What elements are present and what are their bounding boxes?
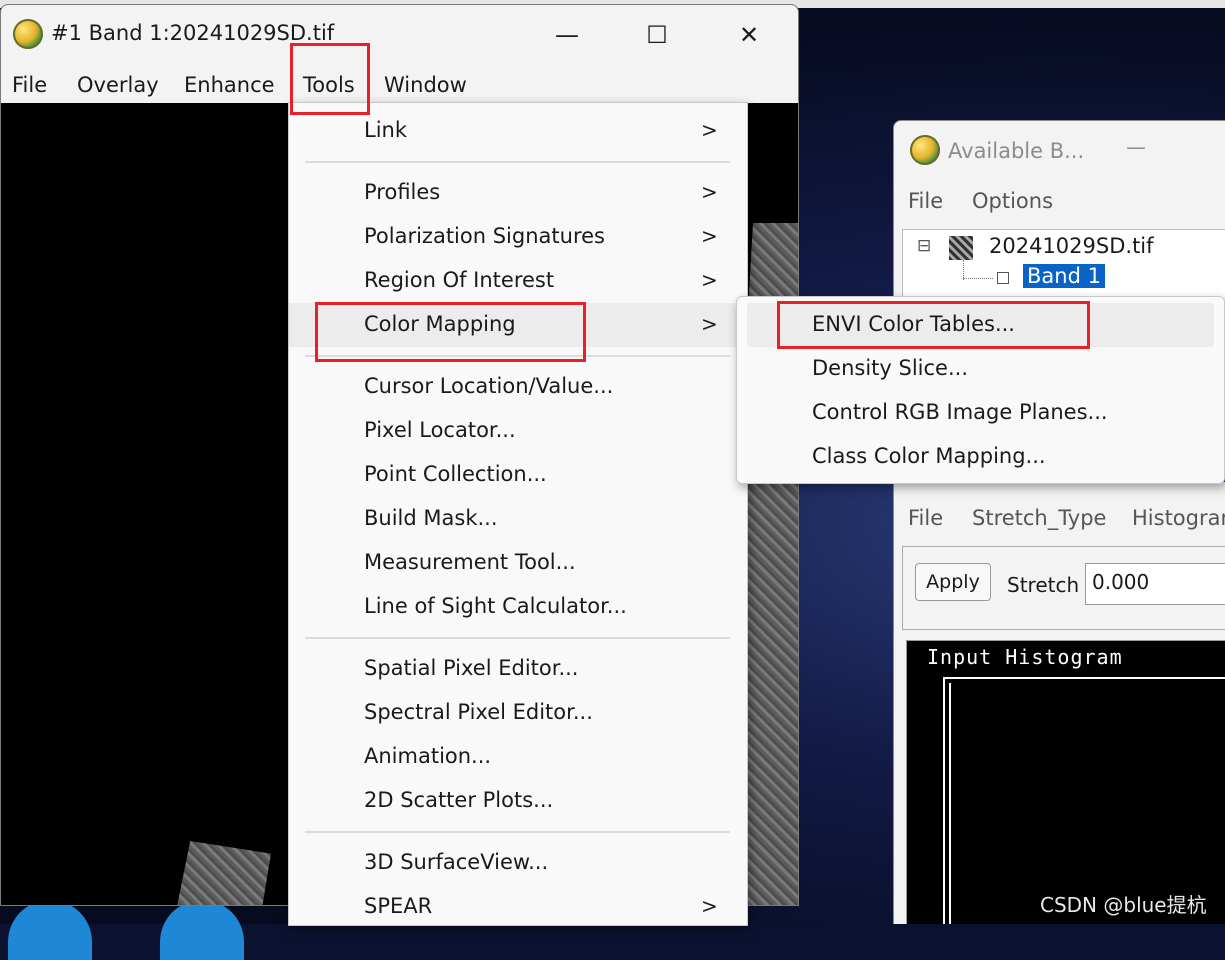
tree-collapse-icon[interactable]: ⊟	[917, 236, 931, 256]
submenu-item-envi-color-tables[interactable]: ENVI Color Tables...	[747, 303, 1214, 347]
bands-menu-bar: File Options	[894, 181, 1225, 225]
envi-app-icon	[13, 19, 43, 49]
tools-item-profiles[interactable]: Profiles >	[289, 171, 747, 215]
close-button[interactable]: ✕	[719, 13, 779, 57]
stretch-menu-histogram[interactable]: Histogram	[1132, 506, 1225, 530]
minimize-button[interactable]: —	[537, 13, 597, 57]
submenu-item-class-color-mapping[interactable]: Class Color Mapping...	[747, 435, 1214, 479]
menu-item-label: Link	[364, 118, 408, 142]
menu-item-label: Line of Sight Calculator...	[364, 594, 627, 618]
stretch-value-input[interactable]: 0.000	[1085, 563, 1225, 605]
tools-item-build-mask[interactable]: Build Mask...	[289, 497, 747, 541]
tools-item-measurement-tool[interactable]: Measurement Tool...	[289, 541, 747, 585]
chevron-right-icon: >	[701, 268, 718, 292]
stretch-menu-file[interactable]: File	[908, 506, 943, 530]
chevron-right-icon: >	[701, 312, 718, 336]
chevron-right-icon: >	[701, 224, 718, 248]
submenu-item-control-rgb-image-planes[interactable]: Control RGB Image Planes...	[747, 391, 1214, 435]
tools-item-spatial-pixel-editor[interactable]: Spatial Pixel Editor...	[289, 647, 747, 691]
band-node-icon	[997, 272, 1009, 284]
apply-button[interactable]: Apply	[915, 563, 991, 601]
submenu-item-density-slice[interactable]: Density Slice...	[747, 347, 1214, 391]
menu-bar: File Overlay Enhance Tools Window	[1, 63, 798, 103]
chevron-right-icon: >	[701, 894, 718, 918]
tools-item-cursor-location[interactable]: Cursor Location/Value...	[289, 365, 747, 409]
menu-tools[interactable]: Tools	[303, 73, 355, 97]
menu-window[interactable]: Window	[384, 73, 467, 97]
menu-item-label: Profiles	[364, 180, 441, 204]
histogram-title: Input Histogram	[927, 645, 1123, 669]
menu-item-label: Pixel Locator...	[364, 418, 516, 442]
color-mapping-submenu: ENVI Color Tables... Density Slice... Co…	[736, 296, 1225, 484]
contrast-stretch-window: File Stretch_Type Histogram Apply Stretc…	[893, 482, 1225, 924]
bands-window-title: Available B...	[948, 139, 1085, 163]
chevron-right-icon: >	[701, 180, 718, 204]
maximize-button[interactable]: ☐	[627, 13, 687, 57]
chevron-right-icon: >	[701, 118, 718, 142]
menu-item-label: Build Mask...	[364, 506, 498, 530]
menu-item-label: Polarization Signatures	[364, 224, 605, 248]
menu-item-label: Class Color Mapping...	[812, 444, 1046, 468]
menu-item-label: SPEAR	[364, 894, 433, 918]
tree-connector	[963, 260, 965, 280]
menu-separator	[305, 161, 730, 163]
stretch-label: Stretch	[1007, 573, 1080, 597]
tools-item-2d-scatter-plots[interactable]: 2D Scatter Plots...	[289, 779, 747, 823]
bands-menu-options[interactable]: Options	[972, 189, 1053, 213]
histogram-stretch-line[interactable]	[949, 683, 1225, 924]
menu-item-label: Density Slice...	[812, 356, 969, 380]
tree-band-item[interactable]: Band 1	[1023, 264, 1105, 288]
menu-item-label: Region Of Interest	[364, 268, 555, 292]
menu-item-label: 3D SurfaceView...	[364, 850, 549, 874]
tools-item-pixel-locator[interactable]: Pixel Locator...	[289, 409, 747, 453]
menu-item-label: ENVI Color Tables...	[812, 312, 1015, 336]
input-histogram[interactable]: Input Histogram	[906, 640, 1225, 924]
menu-item-label: Measurement Tool...	[364, 550, 576, 574]
menu-item-label: Cursor Location/Value...	[364, 374, 614, 398]
raster-image-region	[176, 841, 271, 905]
menu-separator	[305, 831, 730, 833]
watermark-text: CSDN @blue提杭	[1040, 893, 1207, 917]
menu-item-label: Color Mapping	[364, 312, 516, 336]
menu-item-label: Point Collection...	[364, 462, 547, 486]
bands-menu-file[interactable]: File	[908, 189, 943, 213]
menu-item-label: Spectral Pixel Editor...	[364, 700, 593, 724]
tools-item-animation[interactable]: Animation...	[289, 735, 747, 779]
menu-enhance[interactable]: Enhance	[184, 73, 275, 97]
tools-item-point-collection[interactable]: Point Collection...	[289, 453, 747, 497]
window-title: #1 Band 1:20241029SD.tif	[51, 21, 335, 45]
menu-file[interactable]: File	[12, 73, 47, 97]
tools-item-3d-surfaceview[interactable]: 3D SurfaceView...	[289, 841, 747, 885]
stretch-menu-bar: File Stretch_Type Histogram	[894, 500, 1225, 540]
tools-item-spectral-pixel-editor[interactable]: Spectral Pixel Editor...	[289, 691, 747, 735]
tree-connector	[963, 278, 993, 280]
available-bands-window: Available B... — File Options ⊟ 20241029…	[893, 120, 1225, 312]
tools-item-link[interactable]: Link >	[289, 109, 747, 153]
tools-item-spear[interactable]: SPEAR >	[289, 885, 747, 929]
stretch-controls: Apply Stretch 0.000	[902, 546, 1225, 630]
bands-minimize-button[interactable]: —	[1126, 135, 1146, 159]
menu-item-label: Spatial Pixel Editor...	[364, 656, 579, 680]
menu-item-label: Animation...	[364, 744, 492, 768]
title-bar[interactable]: #1 Band 1:20241029SD.tif — ☐ ✕	[1, 5, 798, 63]
tools-item-color-mapping[interactable]: Color Mapping >	[289, 303, 747, 347]
envi-app-icon	[910, 135, 940, 165]
menu-separator	[305, 637, 730, 639]
tree-file-name[interactable]: 20241029SD.tif	[989, 234, 1154, 258]
stretch-menu-stretch-type[interactable]: Stretch_Type	[972, 506, 1106, 530]
tools-item-region-of-interest[interactable]: Region Of Interest >	[289, 259, 747, 303]
menu-item-label: Control RGB Image Planes...	[812, 400, 1108, 424]
menu-item-label: 2D Scatter Plots...	[364, 788, 554, 812]
tools-item-polarization-signatures[interactable]: Polarization Signatures >	[289, 215, 747, 259]
menu-overlay[interactable]: Overlay	[77, 73, 159, 97]
tools-dropdown-menu: Link > Profiles > Polarization Signature…	[288, 102, 748, 926]
menu-separator	[305, 355, 730, 357]
raster-file-icon	[949, 236, 973, 260]
tools-item-line-of-sight[interactable]: Line of Sight Calculator...	[289, 585, 747, 629]
